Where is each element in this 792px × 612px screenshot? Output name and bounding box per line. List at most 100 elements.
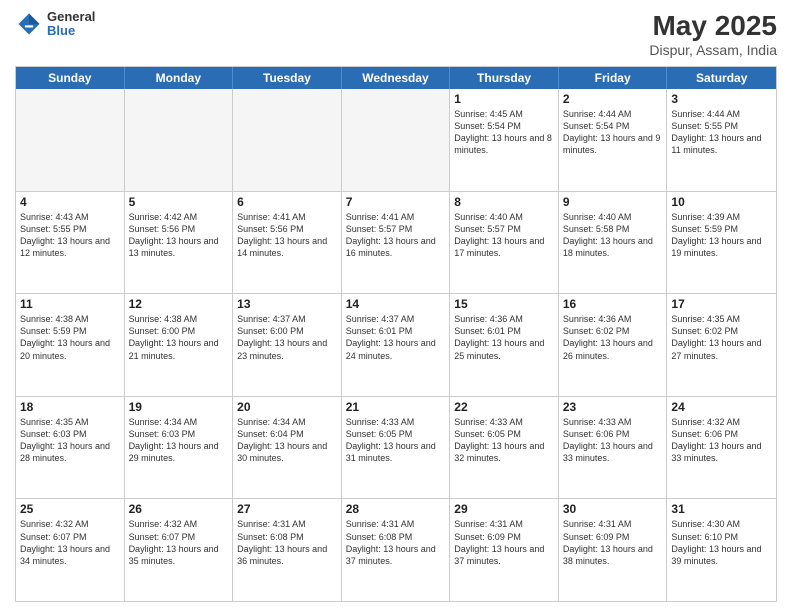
calendar-subtitle: Dispur, Assam, India xyxy=(649,42,777,58)
day-cell: 1 Sunrise: 4:45 AMSunset: 5:54 PMDaylight… xyxy=(450,89,559,191)
week-1: 1 Sunrise: 4:45 AMSunset: 5:54 PMDaylight… xyxy=(16,89,776,192)
day-cell: 25Sunrise: 4:32 AMSunset: 6:07 PMDayligh… xyxy=(16,499,125,601)
header-cell-friday: Friday xyxy=(559,67,668,89)
day-cell: 5 Sunrise: 4:42 AMSunset: 5:56 PMDaylight… xyxy=(125,192,234,294)
header-cell-saturday: Saturday xyxy=(667,67,776,89)
day-cell: 16 Sunrise: 4:36 AMSunset: 6:02 PMDayligh… xyxy=(559,294,668,396)
day-number: 15 xyxy=(454,297,554,311)
day-number: 1 xyxy=(454,92,554,106)
day-info: Sunrise: 4:44 AMSunset: 5:54 PMDaylight:… xyxy=(563,108,663,157)
day-info: Sunrise: 4:40 AMSunset: 5:58 PMDaylight:… xyxy=(563,211,663,260)
logo-icon xyxy=(15,10,43,38)
day-info: Sunrise: 4:38 AMSunset: 6:00 PMDaylight:… xyxy=(129,313,229,362)
day-cell: 10Sunrise: 4:39 AMSunset: 5:59 PMDayligh… xyxy=(667,192,776,294)
day-info: Sunrise: 4:40 AMSunset: 5:57 PMDaylight:… xyxy=(454,211,554,260)
day-number: 20 xyxy=(237,400,337,414)
calendar: SundayMondayTuesdayWednesdayThursdayFrid… xyxy=(15,66,777,602)
day-cell: 23 Sunrise: 4:33 AMSunset: 6:06 PMDayligh… xyxy=(559,397,668,499)
day-number: 21 xyxy=(346,400,446,414)
day-number: 26 xyxy=(129,502,229,516)
day-cell: 21 Sunrise: 4:33 AMSunset: 6:05 PMDayligh… xyxy=(342,397,451,499)
day-info: Sunrise: 4:32 AMSunset: 6:06 PMDaylight:… xyxy=(671,416,772,465)
calendar-title: May 2025 xyxy=(649,10,777,42)
day-number: 11 xyxy=(20,297,120,311)
day-number: 5 xyxy=(129,195,229,209)
day-number: 12 xyxy=(129,297,229,311)
day-number: 6 xyxy=(237,195,337,209)
day-info: Sunrise: 4:36 AMSunset: 6:02 PMDaylight:… xyxy=(563,313,663,362)
day-info: Sunrise: 4:44 AMSunset: 5:55 PMDaylight:… xyxy=(671,108,772,157)
day-cell: 22 Sunrise: 4:33 AMSunset: 6:05 PMDayligh… xyxy=(450,397,559,499)
logo-line1: General xyxy=(47,10,95,24)
week-4: 18 Sunrise: 4:35 AMSunset: 6:03 PMDayligh… xyxy=(16,397,776,500)
day-number: 28 xyxy=(346,502,446,516)
day-info: Sunrise: 4:31 AMSunset: 6:08 PMDaylight:… xyxy=(346,518,446,567)
day-info: Sunrise: 4:34 AMSunset: 6:04 PMDaylight:… xyxy=(237,416,337,465)
day-cell: 8 Sunrise: 4:40 AMSunset: 5:57 PMDaylight… xyxy=(450,192,559,294)
day-number: 10 xyxy=(671,195,772,209)
day-cell: 29 Sunrise: 4:31 AMSunset: 6:09 PMDayligh… xyxy=(450,499,559,601)
page: General Blue May 2025 Dispur, Assam, Ind… xyxy=(0,0,792,612)
day-number: 8 xyxy=(454,195,554,209)
day-cell: 28 Sunrise: 4:31 AMSunset: 6:08 PMDayligh… xyxy=(342,499,451,601)
day-number: 2 xyxy=(563,92,663,106)
day-number: 23 xyxy=(563,400,663,414)
day-cell: 14Sunrise: 4:37 AMSunset: 6:01 PMDayligh… xyxy=(342,294,451,396)
day-number: 13 xyxy=(237,297,337,311)
day-info: Sunrise: 4:36 AMSunset: 6:01 PMDaylight:… xyxy=(454,313,554,362)
day-cell xyxy=(125,89,234,191)
day-info: Sunrise: 4:31 AMSunset: 6:09 PMDaylight:… xyxy=(454,518,554,567)
day-number: 17 xyxy=(671,297,772,311)
day-cell: 31 Sunrise: 4:30 AMSunset: 6:10 PMDayligh… xyxy=(667,499,776,601)
day-cell: 26Sunrise: 4:32 AMSunset: 6:07 PMDayligh… xyxy=(125,499,234,601)
day-info: Sunrise: 4:31 AMSunset: 6:09 PMDaylight:… xyxy=(563,518,663,567)
header-cell-thursday: Thursday xyxy=(450,67,559,89)
day-info: Sunrise: 4:45 AMSunset: 5:54 PMDaylight:… xyxy=(454,108,554,157)
day-number: 31 xyxy=(671,502,772,516)
day-info: Sunrise: 4:33 AMSunset: 6:05 PMDaylight:… xyxy=(454,416,554,465)
day-cell: 19 Sunrise: 4:34 AMSunset: 6:03 PMDayligh… xyxy=(125,397,234,499)
day-info: Sunrise: 4:30 AMSunset: 6:10 PMDaylight:… xyxy=(671,518,772,567)
calendar-body: 1 Sunrise: 4:45 AMSunset: 5:54 PMDaylight… xyxy=(16,89,776,601)
day-cell: 9Sunrise: 4:40 AMSunset: 5:58 PMDaylight… xyxy=(559,192,668,294)
title-area: May 2025 Dispur, Assam, India xyxy=(649,10,777,58)
day-number: 4 xyxy=(20,195,120,209)
day-cell: 24Sunrise: 4:32 AMSunset: 6:06 PMDayligh… xyxy=(667,397,776,499)
header-cell-tuesday: Tuesday xyxy=(233,67,342,89)
day-info: Sunrise: 4:35 AMSunset: 6:03 PMDaylight:… xyxy=(20,416,120,465)
day-cell: 6Sunrise: 4:41 AMSunset: 5:56 PMDaylight… xyxy=(233,192,342,294)
day-number: 18 xyxy=(20,400,120,414)
day-cell: 18 Sunrise: 4:35 AMSunset: 6:03 PMDayligh… xyxy=(16,397,125,499)
day-cell: 7 Sunrise: 4:41 AMSunset: 5:57 PMDaylight… xyxy=(342,192,451,294)
day-info: Sunrise: 4:33 AMSunset: 6:05 PMDaylight:… xyxy=(346,416,446,465)
week-5: 25Sunrise: 4:32 AMSunset: 6:07 PMDayligh… xyxy=(16,499,776,601)
day-info: Sunrise: 4:37 AMSunset: 6:00 PMDaylight:… xyxy=(237,313,337,362)
day-number: 22 xyxy=(454,400,554,414)
day-cell: 2 Sunrise: 4:44 AMSunset: 5:54 PMDaylight… xyxy=(559,89,668,191)
day-number: 7 xyxy=(346,195,446,209)
day-info: Sunrise: 4:34 AMSunset: 6:03 PMDaylight:… xyxy=(129,416,229,465)
calendar-header-row: SundayMondayTuesdayWednesdayThursdayFrid… xyxy=(16,67,776,89)
logo: General Blue xyxy=(15,10,95,39)
day-number: 16 xyxy=(563,297,663,311)
day-info: Sunrise: 4:33 AMSunset: 6:06 PMDaylight:… xyxy=(563,416,663,465)
day-cell xyxy=(16,89,125,191)
day-info: Sunrise: 4:42 AMSunset: 5:56 PMDaylight:… xyxy=(129,211,229,260)
day-cell: 20 Sunrise: 4:34 AMSunset: 6:04 PMDayligh… xyxy=(233,397,342,499)
day-number: 29 xyxy=(454,502,554,516)
day-info: Sunrise: 4:32 AMSunset: 6:07 PMDaylight:… xyxy=(20,518,120,567)
header-cell-wednesday: Wednesday xyxy=(342,67,451,89)
day-cell: 15 Sunrise: 4:36 AMSunset: 6:01 PMDayligh… xyxy=(450,294,559,396)
day-number: 19 xyxy=(129,400,229,414)
logo-text: General Blue xyxy=(47,10,95,39)
day-cell xyxy=(233,89,342,191)
week-3: 11Sunrise: 4:38 AMSunset: 5:59 PMDayligh… xyxy=(16,294,776,397)
day-cell: 4 Sunrise: 4:43 AMSunset: 5:55 PMDaylight… xyxy=(16,192,125,294)
day-info: Sunrise: 4:41 AMSunset: 5:57 PMDaylight:… xyxy=(346,211,446,260)
day-cell: 11Sunrise: 4:38 AMSunset: 5:59 PMDayligh… xyxy=(16,294,125,396)
day-info: Sunrise: 4:37 AMSunset: 6:01 PMDaylight:… xyxy=(346,313,446,362)
day-info: Sunrise: 4:43 AMSunset: 5:55 PMDaylight:… xyxy=(20,211,120,260)
day-number: 27 xyxy=(237,502,337,516)
header-cell-sunday: Sunday xyxy=(16,67,125,89)
header-cell-monday: Monday xyxy=(125,67,234,89)
